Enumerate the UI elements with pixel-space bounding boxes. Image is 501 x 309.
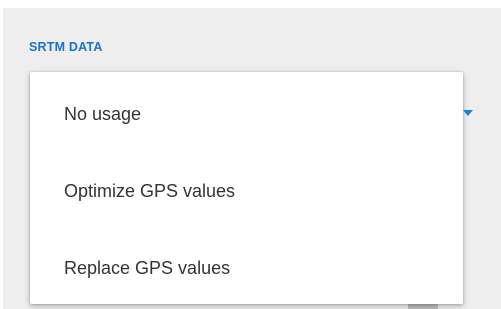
menu-item-label: Replace GPS values xyxy=(64,258,231,278)
menu-item-optimize-gps-values[interactable]: Optimize GPS values xyxy=(30,153,463,230)
section-title: SRTM DATA xyxy=(29,40,103,54)
screen: SRTM DATA No usage Optimize GPS values R… xyxy=(0,0,501,309)
menu-item-label: Optimize GPS values xyxy=(64,181,236,201)
dropdown-arrow-icon[interactable] xyxy=(463,110,473,116)
dropdown-menu: No usage Optimize GPS values Replace GPS… xyxy=(30,72,463,304)
menu-item-replace-gps-values[interactable]: Replace GPS values xyxy=(30,230,463,307)
menu-item-no-usage[interactable]: No usage xyxy=(30,76,463,153)
menu-item-label: No usage xyxy=(64,104,142,124)
